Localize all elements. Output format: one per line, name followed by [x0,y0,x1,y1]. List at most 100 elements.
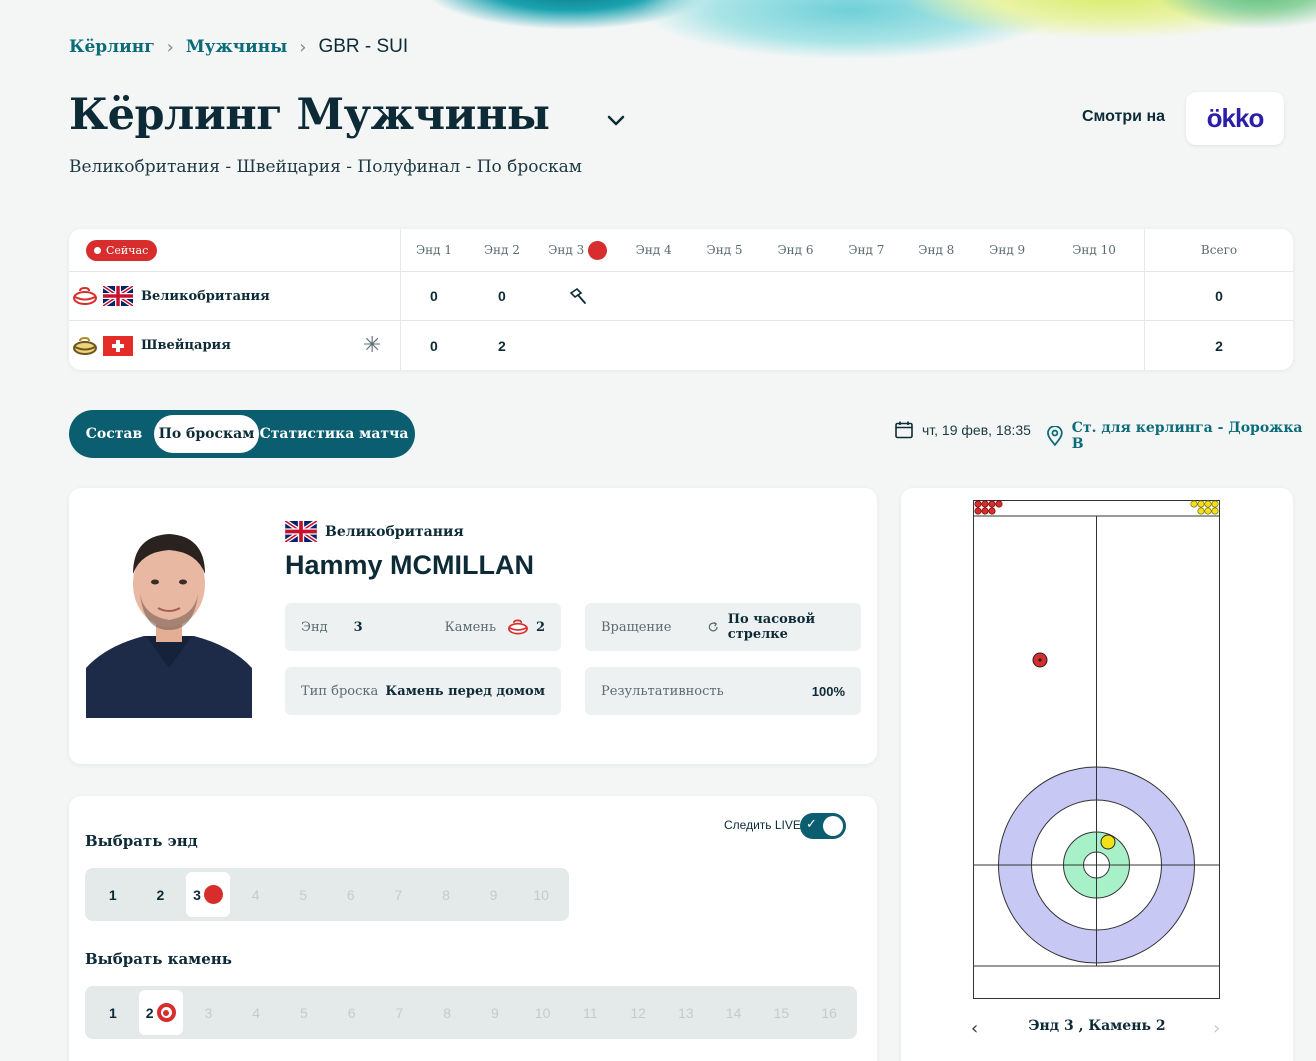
pill-label: 13 [678,1004,694,1021]
pill-label: 7 [395,1004,404,1021]
end-header: Энд 9 [970,229,1044,271]
pill-label: 16 [821,1004,837,1021]
team-name-sui: Швейцария [141,338,231,353]
stone-pill: 4 [232,990,280,1035]
tab-match-stats[interactable]: Статистика матча [259,415,409,453]
location-pin-icon [1047,426,1063,446]
stone-pill: 16 [805,990,853,1035]
end-pill: 10 [517,872,565,917]
pill-label: 2 [145,1004,154,1021]
stone-value: 2 [535,619,545,635]
pill-label: 3 [193,886,201,903]
pill-label: 11 [583,1004,598,1021]
end-score-cell [902,321,970,370]
calendar-icon [895,421,913,439]
pill-label: 8 [442,886,450,903]
end-score-cell: 0 [467,272,537,320]
match-datetime: чт, 19 фев, 18:35 [894,420,1031,440]
uk-flag-icon [103,286,133,306]
end-score-cell: 0 [401,321,467,370]
pill-label: 15 [773,1004,790,1021]
stat-end-stone: Энд 3 Камень 2 [285,603,561,651]
stat-rotation: Вращение По часовой стрелке [585,603,861,651]
end-pill[interactable]: 1 [89,872,137,917]
shot-type-value: Камень перед домом [385,683,545,699]
sheet-card: ‹ Энд 3 , Камень 2 › [901,488,1293,1061]
performance-label: Результативность [601,683,724,699]
tab-lineup[interactable]: Состав [74,415,154,453]
stone-pill[interactable]: 2 [138,990,183,1035]
end-pill[interactable]: 2 [137,872,185,917]
pill-label: 1 [108,886,117,903]
end-header: Энд 4 [619,229,689,271]
player-name: Hammy MCMILLAN [285,550,535,580]
follow-live-toggle[interactable]: ✓ [800,813,846,839]
total-score-sui: 2 [1215,337,1223,354]
breadcrumb-curling[interactable]: Кёрлинг [69,37,155,57]
player-photo [86,518,252,718]
asterisk-icon: ✳ [363,333,382,358]
stone-pill: 6 [328,990,376,1035]
match-venue[interactable]: Ст. для керлинга - Дорожка B [1046,420,1316,452]
end-pill[interactable]: 3 [186,872,230,917]
team-name-gbr: Великобритания [141,288,270,304]
stone-pill: 9 [471,990,519,1035]
live-badge: Сейчас [86,239,158,261]
end-score-cell [537,321,619,370]
end-pill: 4 [232,872,280,917]
pill-label: 9 [490,1004,499,1021]
stone-pill: 11 [567,990,615,1035]
okko-logo-button[interactable]: ökko [1186,92,1284,145]
pill-label: 2 [156,886,165,903]
end-score: 0 [430,337,438,354]
tab-by-throws[interactable]: По броскам [154,415,259,453]
end-value: 3 [353,619,363,635]
selection-card: Выбрать энд Следить LIVE ✓ 1 2 3 4 5 6 7 8 9 10 В… [69,796,877,1061]
follow-live-label: Следить LIVE [724,818,801,832]
live-dot-icon [94,246,101,254]
team-row-sui: Швейцария ✳ 0 2 2 [69,321,1293,370]
player-country: Великобритания [285,521,464,542]
end-score-cell [689,321,761,370]
live-label: Сейчас [106,243,149,257]
venue-text: Ст. для керлинга - Дорожка B [1071,420,1303,452]
stone-pill: 14 [710,990,758,1035]
pill-label: 10 [534,1004,551,1021]
select-stone-title: Выбрать камень [85,950,232,968]
end-score: 0 [430,288,438,304]
stone-label: Камень [444,619,497,635]
pill-label: 7 [394,886,403,903]
chevron-down-icon[interactable] [604,108,628,132]
stone-pill: 3 [185,990,233,1035]
shot-type-label: Тип броска [301,683,379,699]
end-score-cell [761,321,831,370]
scoreboard: Сейчас Энд 1 Энд 2 Энд 3 Энд 4 Энд 5 Энд 6 Энд… [69,229,1293,370]
stone-pill: 5 [280,990,328,1035]
next-arrow-icon[interactable]: › [1213,1018,1220,1039]
pill-label: 4 [252,1004,261,1021]
pill-label: 5 [299,886,308,903]
end-pill: 5 [279,872,327,917]
end-score-cell [619,321,689,370]
end-score-cell [537,272,619,320]
end-score: 0 [497,288,506,304]
end-score-cell [970,321,1044,370]
page-subtitle: Великобритания - Швейцария - Полуфинал -… [69,157,583,177]
team-row-gbr: Великобритания 0 0 0 [69,272,1293,321]
end-header: Энд 10 [1044,229,1144,271]
player-card: Великобритания Hammy MCMILLAN Энд 3 Каме… [69,488,877,764]
pill-label: 10 [533,886,549,903]
uk-flag-icon [285,521,317,542]
end-pill: 8 [422,872,470,917]
end-score-cell [902,272,970,320]
end-score-cell [970,272,1044,320]
end-header-label: Энд 6 [777,243,814,257]
stone-pill[interactable]: 1 [89,990,137,1035]
end-header-label: Энд 8 [918,243,955,257]
performance-value: 100% [811,683,845,699]
end-header: Энд 5 [689,229,761,271]
rotation-value: По часовой стрелке [727,612,816,642]
end-score-cell [1044,321,1144,370]
breadcrumb-men[interactable]: Мужчины [186,37,287,57]
stone-pill: 7 [376,990,424,1035]
